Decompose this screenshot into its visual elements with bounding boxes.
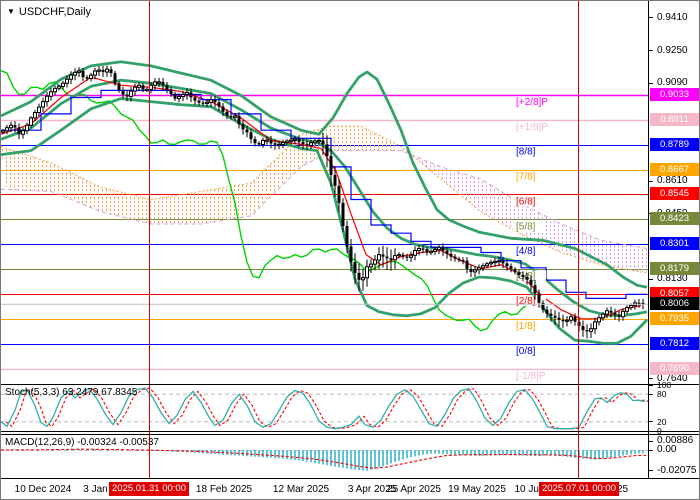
price-axis-label: 0.9250 <box>657 44 688 56</box>
price-axis-label: 0.9090 <box>657 77 688 89</box>
price-level-badge: 0.8667 <box>650 163 699 176</box>
window-separator[interactable] <box>1 431 699 432</box>
date-label: 10 Dec 2024 <box>14 484 72 495</box>
murrey-label: [-1/8]P <box>516 371 546 382</box>
trading-chart-window: [+2/8]P [+1/8]P [8/8] [7/8] [6/8] [5/8] [4/8] [… <box>0 0 700 500</box>
symbol-dropdown-icon[interactable]: ▼ <box>7 7 15 16</box>
date-label: 12 Mar 2025 <box>272 484 330 495</box>
price-axis[interactable]: 0.94100.92500.90900.86100.84500.81300.76… <box>648 1 699 479</box>
current-price-badge: 0.8006 <box>650 297 699 310</box>
macd-axis-tick <box>649 450 653 451</box>
date-event-badge: 2025.07.01 00:00 <box>539 482 619 496</box>
price-axis-tick <box>649 17 653 18</box>
macd-axis-label: -0.02075 <box>657 464 697 476</box>
stoch-axis-tick <box>649 421 653 422</box>
murrey-label: [6/8] <box>516 196 536 207</box>
macd-axis-tick <box>649 470 653 471</box>
symbol-title-text: USDCHF,Daily <box>18 6 92 18</box>
murrey-label: [7/8] <box>516 172 536 183</box>
price-level-badge: 0.8911 <box>650 113 699 126</box>
stoch-axis-label: 80 <box>657 389 667 400</box>
date-label: 19 May 2025 <box>448 484 506 495</box>
price-level-badge: 0.8789 <box>650 138 699 151</box>
price-level-badge: 0.8423 <box>650 212 699 225</box>
window-separator[interactable] <box>1 478 699 479</box>
price-axis-tick <box>649 50 653 51</box>
murrey-label: [+1/8]P <box>516 122 548 133</box>
stochastic-indicator-label: Stoch(5,3,3) 63.2479 67.8345 <box>5 387 138 398</box>
murrey-label: [+2/8]P <box>516 97 548 108</box>
window-separator[interactable] <box>1 434 699 435</box>
macd-indicator-label: MACD(12,26,9) -0.00324 -0.00537 <box>5 437 159 448</box>
murrey-label: [8/8] <box>516 147 536 158</box>
price-axis-tick <box>649 378 653 379</box>
murrey-label: [0/8] <box>516 346 536 357</box>
price-axis-label: 0.8610 <box>657 175 688 187</box>
price-level-badge: 0.7935 <box>650 312 699 325</box>
murrey-label: [4/8] <box>516 246 536 257</box>
price-axis-label: 0.8130 <box>657 273 688 285</box>
price-level-badge: 0.9033 <box>650 88 699 101</box>
stoch-axis-tick <box>649 385 653 386</box>
date-label: 25 Apr 2025 <box>387 484 441 495</box>
price-level-badge: 0.8179 <box>650 262 699 275</box>
macd-histogram <box>2 448 644 471</box>
window-separator[interactable] <box>1 384 699 385</box>
time-axis[interactable]: 10 Dec 2024 3 Jan 2025 18 Feb 2025 12 Mar 2… <box>1 479 699 499</box>
price-level-badge: 0.7812 <box>650 337 699 350</box>
date-label: 18 Feb 2025 <box>195 484 253 495</box>
macd-axis-label: 0.00 <box>657 444 677 455</box>
price-axis-tick <box>649 181 653 182</box>
price-level-badge: 0.8545 <box>650 187 699 200</box>
stoch-axis-tick <box>649 394 653 395</box>
symbol-title: ▼ USDCHF,Daily <box>7 6 91 18</box>
chart-canvas[interactable]: [+2/8]P [+1/8]P [8/8] [7/8] [6/8] [5/8] [4/8] [… <box>1 1 648 479</box>
price-axis-tick <box>649 83 653 84</box>
murrey-label: [2/8] <box>516 296 536 307</box>
date-event-badge: 2025.01.31 00:00 <box>109 482 189 496</box>
macd-layer <box>1 448 648 471</box>
macd-axis-tick <box>649 441 653 442</box>
price-level-badge: 0.7690 <box>650 362 699 375</box>
price-axis-tick <box>649 279 653 280</box>
price-axis-label: 0.9410 <box>657 11 688 23</box>
murrey-label: [5/8] <box>516 221 536 232</box>
murrey-label: [1/8] <box>516 321 536 332</box>
price-level-badge: 0.8301 <box>650 237 699 250</box>
